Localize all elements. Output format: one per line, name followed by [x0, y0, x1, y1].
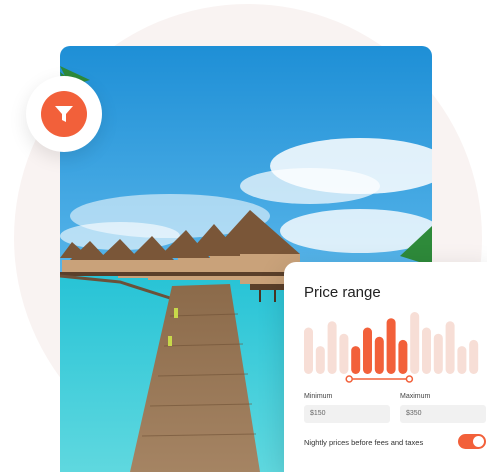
histogram-bar — [398, 339, 408, 374]
histogram-bar — [363, 327, 372, 374]
maximum-label: Maximum — [400, 393, 431, 400]
price-slider-max-handle[interactable] — [405, 375, 414, 383]
minimum-price-field[interactable]: $150 — [304, 405, 390, 423]
funnel-icon — [55, 106, 73, 122]
histogram-bar — [351, 346, 361, 374]
nightly-prices-note: Nightly prices before fees and taxes — [304, 438, 424, 447]
histogram-bar — [386, 318, 396, 374]
histogram-bar — [457, 346, 467, 374]
filter-badge[interactable] — [26, 76, 102, 152]
maximum-price-field[interactable]: $350 — [400, 405, 486, 423]
histogram-bar — [445, 321, 455, 374]
toggle-knob — [473, 436, 484, 447]
histogram-bar — [469, 339, 479, 374]
minimum-label: Minimum — [304, 393, 333, 400]
filter-button-circle — [41, 91, 87, 137]
price-range-title: Price range — [304, 284, 381, 301]
histogram-bar — [410, 312, 420, 374]
price-histogram — [304, 312, 479, 383]
histogram-bar — [327, 321, 337, 374]
histogram-bar — [315, 346, 325, 374]
price-range-card: Price range Minimum $150 Maximum $350 Ni… — [284, 262, 487, 472]
histogram-bar — [374, 336, 384, 374]
histogram-bar — [433, 333, 443, 374]
fees-taxes-toggle[interactable] — [458, 434, 486, 449]
histogram-bar — [304, 327, 313, 374]
histogram-bar — [422, 327, 431, 374]
price-slider-min-handle[interactable] — [345, 375, 353, 383]
histogram-bar — [339, 333, 349, 374]
